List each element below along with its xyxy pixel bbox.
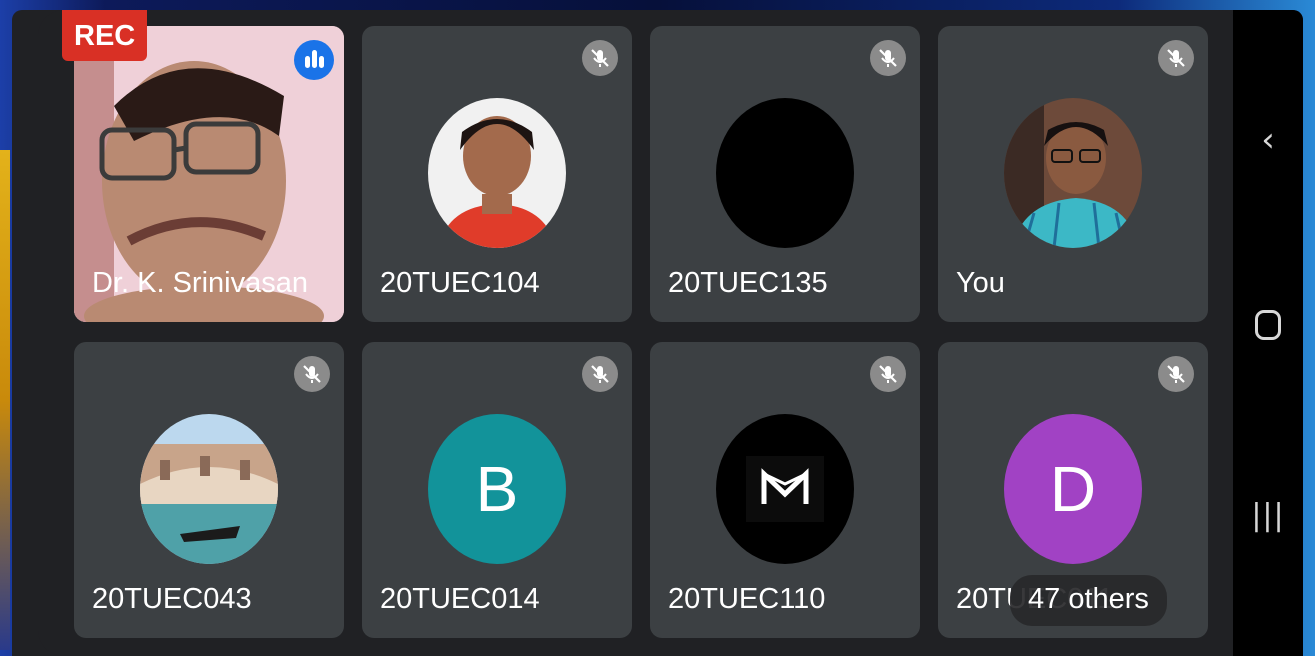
participant-tile[interactable]: 20TUEC110 — [650, 342, 920, 638]
participant-tile[interactable]: You — [938, 26, 1208, 322]
participant-avatar — [1004, 98, 1142, 248]
chevron-left-icon[interactable]: ‹ — [1233, 120, 1303, 160]
participant-grid: Dr. K. Srinivasan 20TUEC104 20TUEC135 Yo… — [38, 10, 1243, 656]
participant-avatar — [140, 414, 278, 564]
others-count-chip[interactable]: 47 others — [1010, 575, 1167, 626]
participant-name: 20TUEC104 — [380, 267, 540, 299]
participant-name: 20TUEC043 — [92, 583, 252, 615]
participant-avatar: B — [428, 414, 566, 564]
recording-badge: REC — [62, 10, 148, 61]
participant-name: You — [956, 267, 1005, 299]
mic-off-icon — [870, 40, 906, 76]
participant-tile[interactable]: 20TUEC104 — [362, 26, 632, 322]
participant-avatar — [716, 98, 854, 248]
audio-level-icon — [294, 40, 334, 80]
mic-off-icon — [870, 356, 906, 392]
participant-tile[interactable]: Dr. K. Srinivasan — [74, 26, 344, 322]
mic-off-icon — [582, 356, 618, 392]
participant-name: Dr. K. Srinivasan — [92, 267, 308, 299]
mic-off-icon — [294, 356, 330, 392]
participant-name: 20TUEC014 — [380, 583, 540, 615]
participant-avatar: D — [1004, 414, 1142, 564]
home-icon[interactable] — [1233, 310, 1303, 344]
participant-tile[interactable]: 20TUEC043 — [74, 342, 344, 638]
navigation-bar: ‹ ||| — [1233, 10, 1303, 656]
mic-off-icon — [1158, 40, 1194, 76]
participant-tile[interactable]: 20TUEC135 — [650, 26, 920, 322]
participant-avatar — [716, 414, 854, 564]
participant-name: 20TUEC135 — [668, 267, 828, 299]
mic-off-icon — [1158, 356, 1194, 392]
logo-icon — [746, 456, 824, 522]
recents-icon[interactable]: ||| — [1233, 498, 1303, 533]
participant-tile[interactable]: B 20TUEC014 — [362, 342, 632, 638]
participant-avatar — [428, 98, 566, 248]
wallpaper-edge — [0, 150, 10, 650]
participant-name: 20TUEC110 — [668, 583, 826, 615]
mic-off-icon — [582, 40, 618, 76]
meet-screen: Dr. K. Srinivasan 20TUEC104 20TUEC135 Yo… — [12, 10, 1303, 656]
